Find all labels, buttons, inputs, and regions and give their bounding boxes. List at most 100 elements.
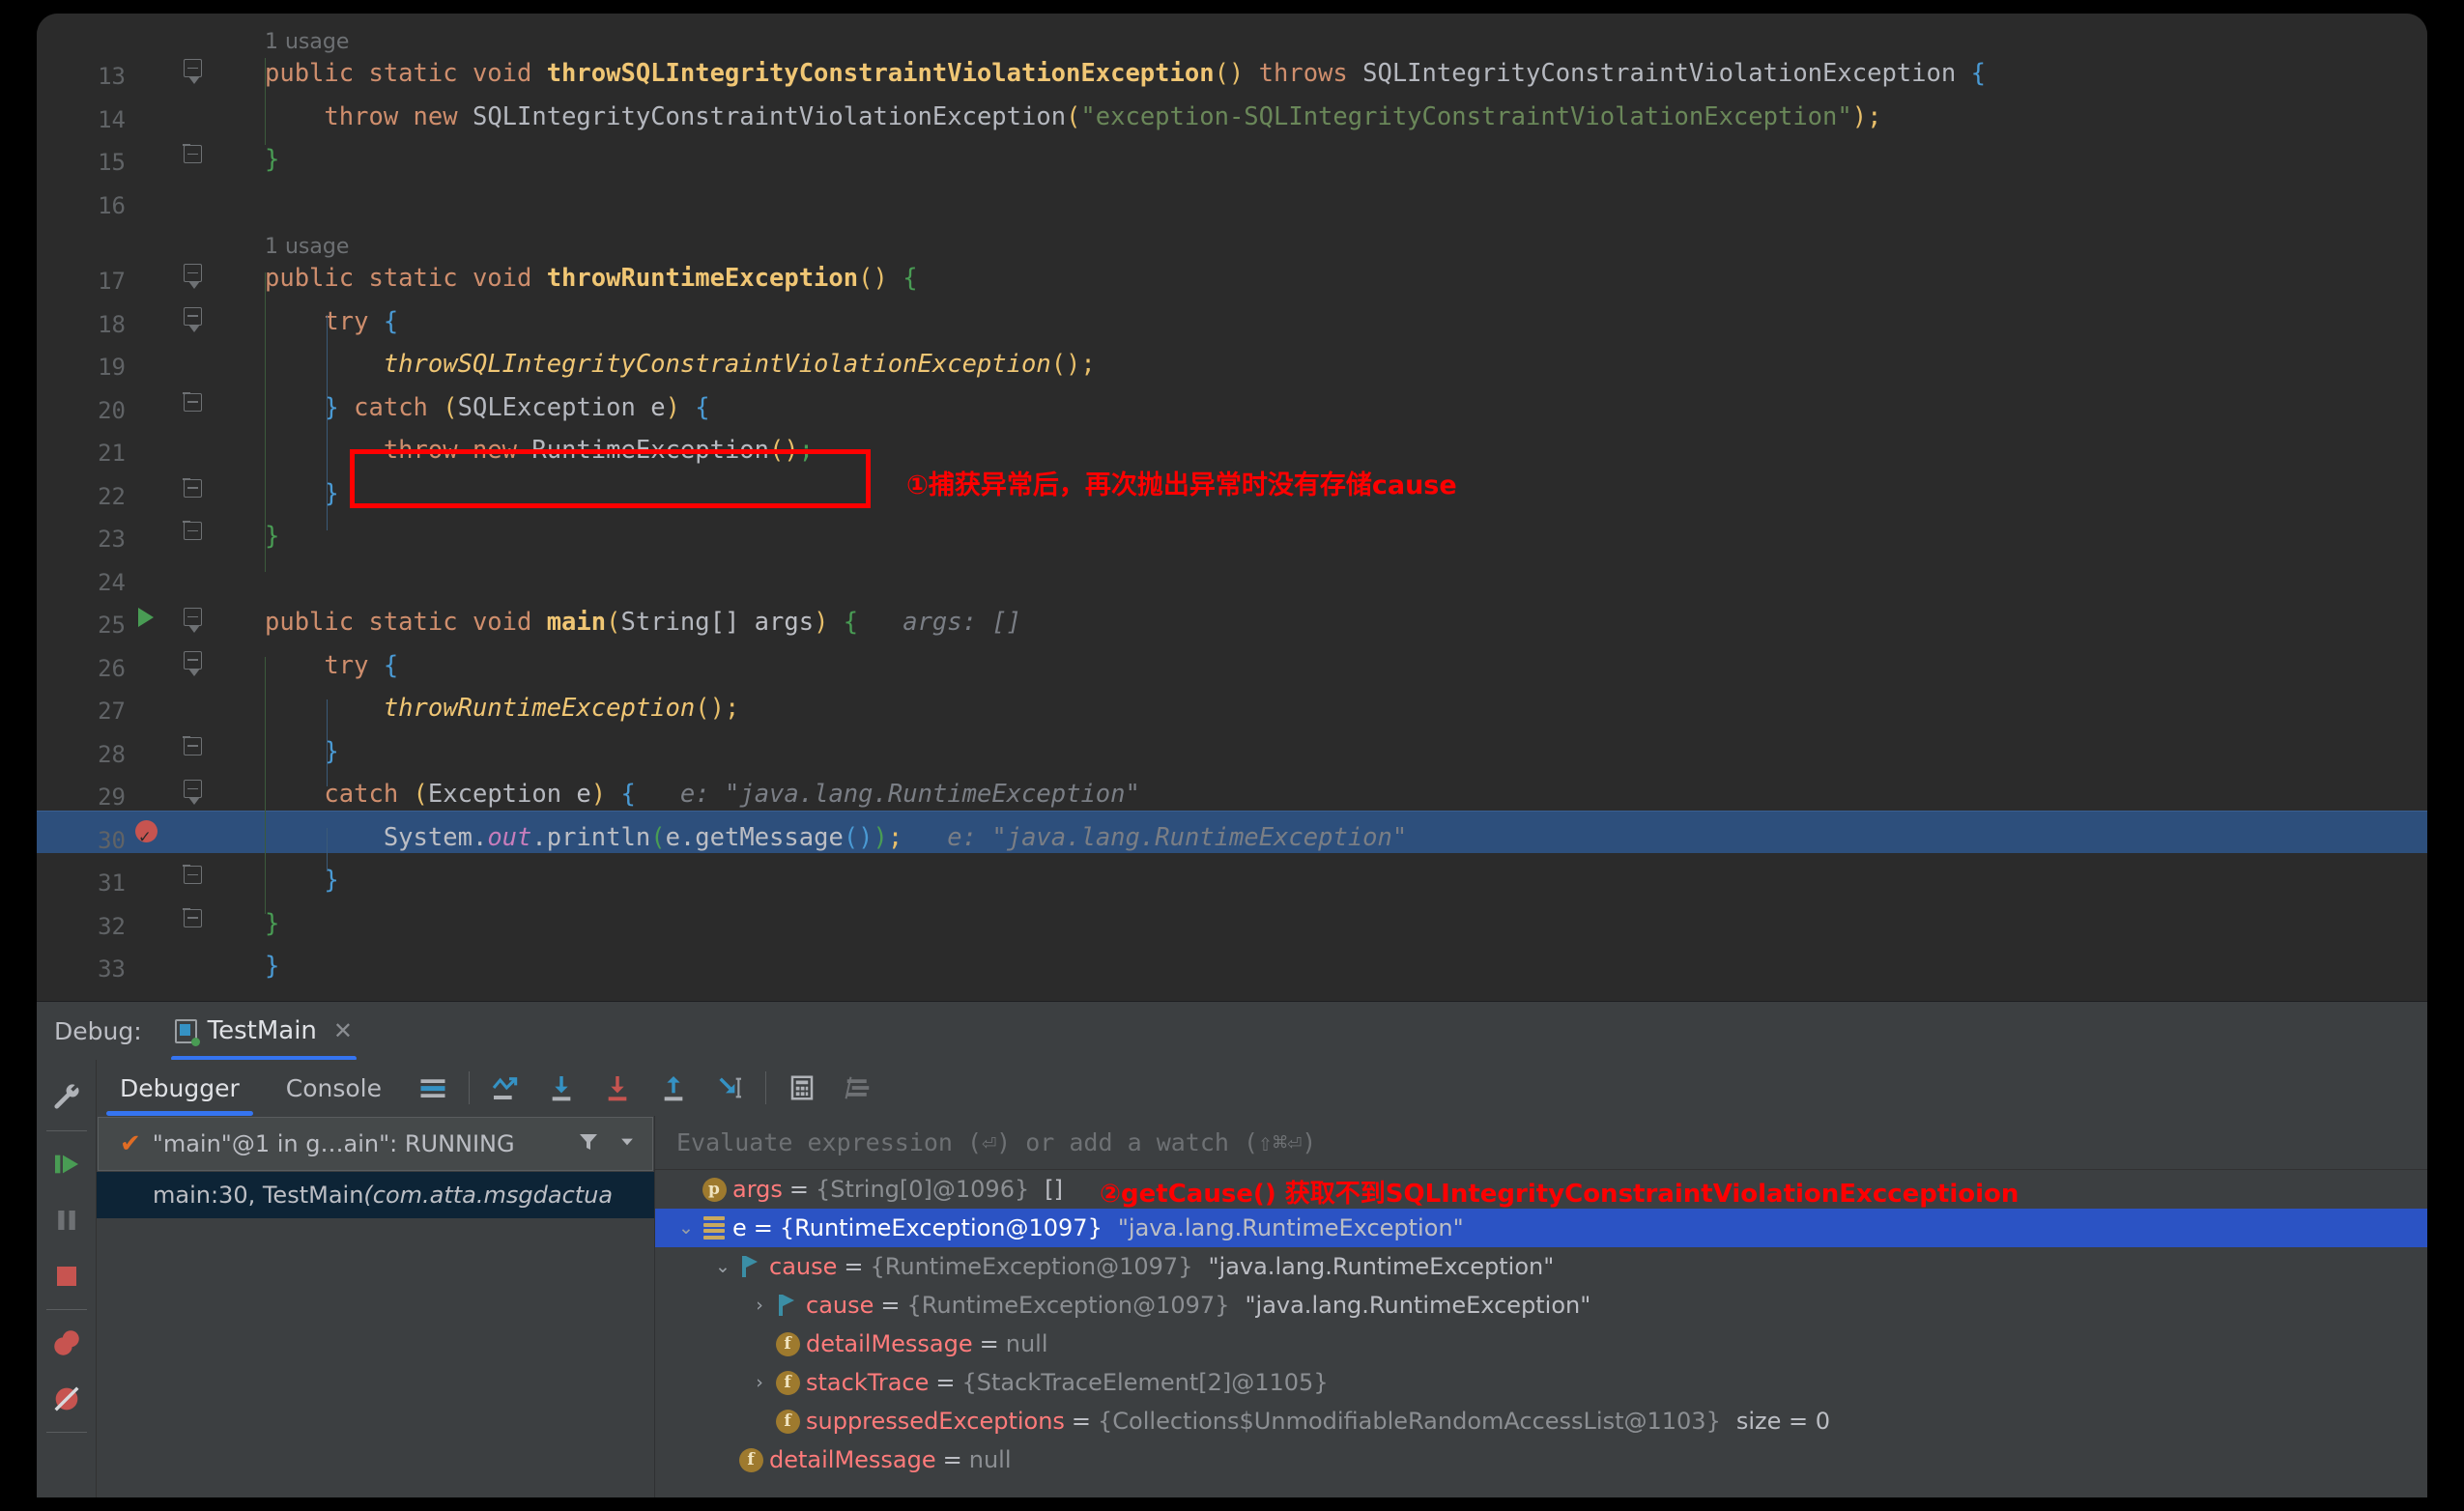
code-line[interactable]: 15}: [37, 132, 2427, 176]
thread-label: "main"@1 in g…ain": RUNNING: [152, 1130, 515, 1157]
code-fold-icon[interactable]: [184, 608, 202, 633]
evaluate-expression-bar[interactable]: Evaluate expression (⏎) or add a watch (…: [655, 1116, 2427, 1170]
force-step-into-icon[interactable]: [589, 1060, 645, 1116]
show-execution-point-icon[interactable]: [477, 1060, 533, 1116]
run-to-cursor-icon[interactable]: [702, 1060, 758, 1116]
stack-frame-item[interactable]: main:30, TestMain (com.atta.msgdactua: [97, 1172, 654, 1218]
variable-name: e: [732, 1214, 747, 1241]
code-fold-icon[interactable]: [184, 780, 202, 805]
code-line[interactable]: 21 throw new RuntimeException();: [37, 423, 2427, 467]
divider: [765, 1071, 766, 1104]
view-breakpoints-icon[interactable]: [37, 1315, 97, 1371]
variable-row[interactable]: › f stackTrace = {StackTraceElement[2]@1105}: [655, 1363, 2427, 1402]
code-line[interactable]: 25 public static void main(String[] args)…: [37, 595, 2427, 639]
close-icon[interactable]: ✕: [333, 1017, 353, 1044]
code-line[interactable]: 14 throw new SQLIntegrityConstraintViola…: [37, 90, 2427, 133]
code-line[interactable]: 27 throwRuntimeException();: [37, 681, 2427, 725]
variable-extra: "java.lang.RuntimeException": [1208, 1253, 1555, 1280]
indent-guide: [327, 699, 328, 786]
code-fold-icon[interactable]: [183, 521, 202, 540]
code-line[interactable]: 32}: [37, 897, 2427, 940]
mute-breakpoints-icon[interactable]: [37, 1371, 97, 1427]
run-configuration-icon: [174, 1018, 200, 1046]
code-fold-icon[interactable]: [184, 650, 202, 676]
equals-sign: =: [942, 1446, 962, 1473]
indent-guide: [265, 272, 266, 572]
indent-guide: [327, 315, 328, 443]
equals-sign: =: [1071, 1408, 1092, 1435]
chevron-down-icon[interactable]: ⌄: [709, 1256, 736, 1277]
variable-value: {Collections$UnmodifiableRandomAccessLis…: [1098, 1408, 1721, 1435]
variable-row[interactable]: f detailMessage = null: [655, 1325, 2427, 1363]
code-line[interactable]: 17 public static void throwRuntimeExcepti…: [37, 251, 2427, 295]
code-editor[interactable]: 1 usage 13 public static void throwSQLInte…: [37, 14, 2427, 1001]
code-fold-icon[interactable]: [183, 907, 202, 927]
evaluate-input-placeholder[interactable]: Evaluate expression (⏎) or add a watch (…: [676, 1128, 1316, 1156]
variable-name: detailMessage: [806, 1330, 973, 1357]
code-fold-icon[interactable]: [183, 391, 202, 412]
resume-program-icon[interactable]: [37, 1136, 97, 1192]
run-configuration-tab[interactable]: TestMain ✕: [163, 1002, 364, 1061]
debug-tool-window-body: Debugger Console ✔ "main"@1 in g…ain": R…: [37, 1060, 2427, 1497]
variable-row[interactable]: ⌄ e = {RuntimeException@1097} "java.lang.Run…: [655, 1209, 2427, 1247]
variable-name: suppressedExceptions: [806, 1408, 1065, 1435]
code-fold-icon[interactable]: [183, 865, 202, 884]
pause-program-icon[interactable]: [37, 1192, 97, 1248]
equals-sign: =: [979, 1330, 999, 1357]
stop-program-icon[interactable]: [37, 1248, 97, 1304]
code-fold-icon[interactable]: [183, 144, 202, 163]
line-number: 33: [98, 955, 126, 983]
chevron-down-icon[interactable]: [617, 1132, 637, 1155]
code-fold-icon[interactable]: [183, 735, 202, 756]
code-fold-icon[interactable]: [184, 306, 202, 332]
run-gutter-icon[interactable]: [138, 608, 154, 627]
step-out-icon[interactable]: [645, 1060, 702, 1116]
wrench-settings-icon[interactable]: [37, 1069, 97, 1126]
code-line[interactable]: 28 }: [37, 725, 2427, 768]
variable-extra: "java.lang.RuntimeException": [1117, 1214, 1464, 1241]
code-fold-icon[interactable]: [184, 264, 202, 289]
chevron-right-icon[interactable]: ›: [746, 1372, 773, 1393]
step-over-icon[interactable]: [533, 1060, 589, 1116]
code-line[interactable]: 19 throwSQLIntegrityConstraintViolationE…: [37, 337, 2427, 381]
flag-field-icon: [773, 1294, 802, 1317]
variable-name: args: [732, 1176, 783, 1203]
flag-field-icon: [736, 1255, 765, 1278]
breakpoint-icon[interactable]: [135, 815, 158, 858]
chevron-right-icon[interactable]: ›: [746, 1295, 773, 1316]
variable-row[interactable]: f detailMessage = null: [655, 1440, 2427, 1479]
variable-row[interactable]: f suppressedExceptions = {Collections$Unmod…: [655, 1402, 2427, 1440]
code-fold-icon[interactable]: [183, 477, 202, 498]
equals-sign: =: [935, 1369, 956, 1396]
code-line[interactable]: 24: [37, 553, 2427, 596]
layout-icon[interactable]: [405, 1060, 461, 1116]
field-icon: f: [773, 1370, 802, 1395]
chevron-down-icon[interactable]: ⌄: [673, 1217, 700, 1239]
filter-icon[interactable]: [577, 1130, 600, 1157]
variable-row[interactable]: ⌄ cause = {RuntimeException@1097} "java.lang…: [655, 1247, 2427, 1286]
variables-tree[interactable]: ②getCause() 获取不到SQLIntegrityConstraintVi…: [655, 1170, 2427, 1497]
code-line[interactable]: 31 }: [37, 853, 2427, 897]
field-icon: f: [736, 1447, 765, 1472]
settings-lines-icon[interactable]: [830, 1060, 886, 1116]
code-line[interactable]: 29 catch (Exception e) { e: "java.lang.R…: [37, 767, 2427, 811]
code-line[interactable]: 30 System.out.println(e.getMessage()); e…: [37, 810, 2427, 858]
code-line[interactable]: 26 try {: [37, 639, 2427, 682]
tab-debugger[interactable]: Debugger: [97, 1060, 263, 1116]
code-fold-icon[interactable]: [184, 59, 202, 84]
code-line[interactable]: 23}: [37, 509, 2427, 553]
debugger-main-column: Debugger Console ✔ "main"@1 in g…ain": R…: [97, 1060, 2427, 1497]
divider: [45, 1309, 87, 1310]
code-line[interactable]: 20 } catch (SQLException e) {: [37, 381, 2427, 424]
code-line[interactable]: 18 try {: [37, 295, 2427, 338]
frames-pane: ✔ "main"@1 in g…ain": RUNNING main:30, T…: [97, 1116, 655, 1497]
code-line[interactable]: 16: [37, 176, 2427, 219]
code-line[interactable]: 33}: [37, 939, 2427, 983]
thread-selector[interactable]: ✔ "main"@1 in g…ain": RUNNING: [98, 1117, 653, 1171]
code-line[interactable]: 13 public static void throwSQLIntegrityCo…: [37, 46, 2427, 90]
variable-row[interactable]: › cause = {RuntimeException@1097} "java.lang…: [655, 1286, 2427, 1325]
divider: [45, 1432, 87, 1433]
variable-name: detailMessage: [769, 1446, 936, 1473]
evaluate-expression-icon[interactable]: [774, 1060, 830, 1116]
tab-console[interactable]: Console: [263, 1060, 405, 1116]
